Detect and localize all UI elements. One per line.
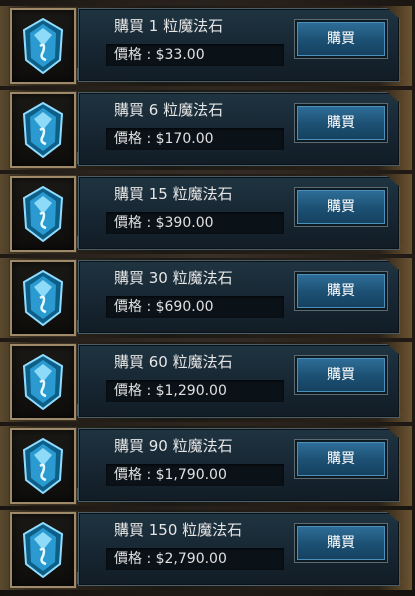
item-icon-box bbox=[10, 428, 76, 504]
buy-button[interactable]: 購買 bbox=[295, 440, 387, 478]
item-icon-box bbox=[10, 92, 76, 168]
item-price: 價格 : $1,290.00 bbox=[106, 380, 284, 402]
shop-item-1: 購買 1 粒魔法石 價格 : $33.00 購買 bbox=[0, 6, 415, 88]
magic-stone-icon bbox=[22, 18, 64, 74]
shop-item-6: 購買 90 粒魔法石 價格 : $1,790.00 購買 bbox=[0, 426, 415, 508]
magic-stone-icon bbox=[22, 186, 64, 242]
item-icon-box bbox=[10, 8, 76, 84]
item-price: 價格 : $690.00 bbox=[106, 296, 284, 318]
buy-button[interactable]: 購買 bbox=[295, 356, 387, 394]
magic-stone-icon bbox=[22, 438, 64, 494]
item-title: 購買 150 粒魔法石 bbox=[114, 521, 243, 539]
buy-button[interactable]: 購買 bbox=[295, 20, 387, 58]
magic-stone-icon bbox=[22, 354, 64, 410]
item-title: 購買 15 粒魔法石 bbox=[114, 185, 233, 203]
item-title: 購買 90 粒魔法石 bbox=[114, 437, 233, 455]
item-price: 價格 : $170.00 bbox=[106, 128, 284, 150]
magic-stone-shop-list: 購買 1 粒魔法石 價格 : $33.00 購買 購買 6 粒魔法石 價格 : … bbox=[0, 0, 415, 596]
buy-button[interactable]: 購買 bbox=[295, 188, 387, 226]
item-icon-box bbox=[10, 176, 76, 252]
item-price: 價格 : $1,790.00 bbox=[106, 464, 284, 486]
item-icon-box bbox=[10, 344, 76, 420]
item-price: 價格 : $2,790.00 bbox=[106, 548, 284, 570]
item-icon-box bbox=[10, 260, 76, 336]
item-title: 購買 1 粒魔法石 bbox=[114, 17, 224, 35]
shop-item-7: 購買 150 粒魔法石 價格 : $2,790.00 購買 bbox=[0, 510, 415, 592]
shop-item-3: 購買 15 粒魔法石 價格 : $390.00 購買 bbox=[0, 174, 415, 256]
item-title: 購買 30 粒魔法石 bbox=[114, 269, 233, 287]
item-title: 購買 6 粒魔法石 bbox=[114, 101, 224, 119]
magic-stone-icon bbox=[22, 270, 64, 326]
item-price: 價格 : $390.00 bbox=[106, 212, 284, 234]
item-price: 價格 : $33.00 bbox=[106, 44, 284, 66]
magic-stone-icon bbox=[22, 102, 64, 158]
shop-item-5: 購買 60 粒魔法石 價格 : $1,290.00 購買 bbox=[0, 342, 415, 424]
buy-button[interactable]: 購買 bbox=[295, 524, 387, 562]
shop-item-2: 購買 6 粒魔法石 價格 : $170.00 購買 bbox=[0, 90, 415, 172]
item-icon-box bbox=[10, 512, 76, 588]
buy-button[interactable]: 購買 bbox=[295, 104, 387, 142]
shop-item-4: 購買 30 粒魔法石 價格 : $690.00 購買 bbox=[0, 258, 415, 340]
magic-stone-icon bbox=[22, 522, 64, 578]
buy-button[interactable]: 購買 bbox=[295, 272, 387, 310]
item-title: 購買 60 粒魔法石 bbox=[114, 353, 233, 371]
